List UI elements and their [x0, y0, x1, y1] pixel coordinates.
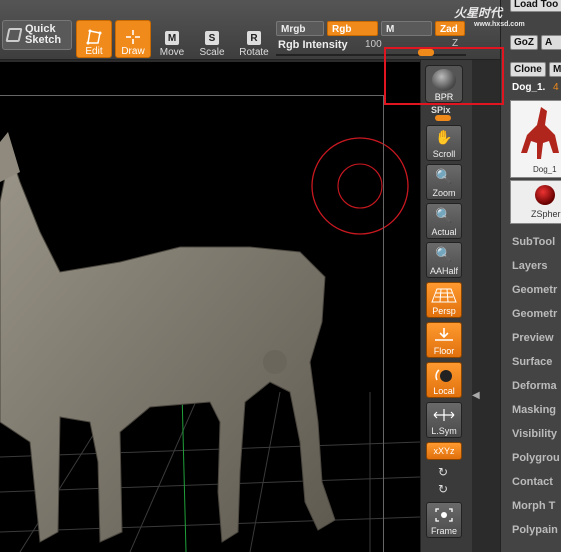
zsphere-label: ZSpher — [531, 209, 561, 219]
current-tool-suffix: 4 — [553, 82, 559, 93]
menu-visibility[interactable]: Visibility — [512, 428, 557, 440]
watermark-url: www.hxsd.com — [474, 21, 525, 28]
actual-size-icon: 🔍 — [435, 207, 453, 223]
xyz-button[interactable]: xXYz — [426, 442, 462, 460]
move-icon: M — [165, 31, 179, 45]
menu-morph-target[interactable]: Morph T — [512, 500, 555, 512]
menu-preview[interactable]: Preview — [512, 332, 554, 344]
draw-label: Draw — [121, 46, 145, 57]
quick-sketch-icon — [5, 28, 23, 42]
watermark-logo: 火星时代 www.hxsd.com — [454, 4, 525, 28]
lsym-button[interactable]: L.Sym — [426, 402, 462, 438]
rgb-intensity-value: 100 — [365, 39, 382, 50]
scroll-label: Scroll — [432, 149, 456, 159]
scale-icon: S — [205, 31, 219, 45]
menu-deformation[interactable]: Deforma — [512, 380, 557, 392]
viewport-frame — [0, 95, 384, 552]
dog-thumbnail-icon — [521, 107, 559, 159]
edit-icon — [84, 28, 104, 46]
menu-polygroups[interactable]: Polygrou — [512, 452, 560, 464]
floor-button[interactable]: Floor — [426, 322, 462, 358]
floor-icon — [427, 323, 461, 346]
aahalf-icon: 🔍 — [435, 246, 453, 262]
current-tool-name: Dog_1. — [512, 82, 546, 93]
scroll-button[interactable]: ✋ Scroll — [426, 125, 462, 161]
frame-icon — [427, 503, 461, 526]
floor-label: Floor — [433, 346, 455, 356]
scale-label: Scale — [199, 47, 225, 58]
actual-button[interactable]: 🔍 Actual — [426, 203, 462, 239]
clone-button[interactable]: Clone — [510, 62, 546, 77]
all-button[interactable]: A — [541, 35, 561, 50]
thumb-label: Dog_1 — [533, 165, 557, 174]
frame-label: Frame — [430, 526, 457, 536]
quick-sketch-label: Quick Sketch — [25, 23, 62, 46]
local-label: Local — [433, 386, 455, 396]
xyz-label: xXYz — [433, 445, 455, 456]
zoom-label: Zoom — [432, 188, 456, 198]
menu-geometry[interactable]: Geometr — [512, 284, 557, 296]
right-shelf: BPR SPix ✋ Scroll 🔍 Zoom 🔍 Actual 🔍 AAHa… — [420, 60, 472, 552]
spix-label: SPix — [431, 105, 451, 115]
draw-button[interactable]: Draw — [115, 20, 151, 58]
edit-button[interactable]: Edit — [76, 20, 112, 58]
move-button[interactable]: M Move — [156, 20, 188, 58]
menu-polypaint[interactable]: Polypain — [512, 524, 558, 536]
menu-surface[interactable]: Surface — [512, 356, 552, 368]
frame-button[interactable]: Frame — [426, 502, 462, 538]
rotate-icon: R — [247, 31, 261, 45]
menu-layers[interactable]: Layers — [512, 260, 547, 272]
lsym-label: L.Sym — [431, 426, 457, 436]
menu-contact[interactable]: Contact — [512, 476, 553, 488]
draw-icon — [123, 28, 143, 46]
quick-sketch-button[interactable]: Quick Sketch — [2, 20, 72, 50]
local-button[interactable]: Local — [426, 362, 462, 398]
move-label: Move — [159, 47, 185, 58]
m-button[interactable]: M — [381, 21, 432, 36]
menu-masking[interactable]: Masking — [512, 404, 556, 416]
collapse-arrow-icon[interactable]: ◀ — [472, 390, 482, 410]
symmetry-icon — [427, 403, 461, 426]
rotate-y-icon[interactable]: ↻ — [438, 465, 448, 479]
goz-button[interactable]: GoZ — [510, 35, 538, 50]
canvas-viewport[interactable] — [0, 62, 420, 552]
tool-thumbnail-zsphere[interactable]: ZSpher — [510, 180, 561, 224]
perspective-grid-icon — [427, 283, 461, 306]
persp-button[interactable]: Persp — [426, 282, 462, 318]
aahalf-button[interactable]: 🔍 AAHalf — [426, 242, 462, 278]
hand-icon: ✋ — [435, 129, 453, 145]
highlight-annotation-box — [384, 47, 504, 105]
tool-palette: Load Too GoZ A Clone M Dog_1. 4 Dog_1 ZS… — [500, 0, 561, 552]
rotate-label: Rotate — [239, 47, 269, 58]
persp-label: Persp — [432, 306, 456, 316]
zsphere-icon — [535, 185, 555, 205]
spix-slider[interactable] — [435, 115, 451, 121]
local-rotate-icon — [427, 363, 461, 386]
zoom-button[interactable]: 🔍 Zoom — [426, 164, 462, 200]
rotate-button[interactable]: R Rotate — [236, 20, 272, 58]
menu-subtool[interactable]: SubTool — [512, 236, 555, 248]
rgb-button[interactable]: Rgb — [327, 21, 378, 36]
magnifier-icon: 🔍 — [435, 168, 453, 184]
aahalf-label: AAHalf — [429, 266, 458, 276]
edit-label: Edit — [85, 46, 103, 57]
menu-geometry-hd[interactable]: Geometr — [512, 308, 557, 320]
rotate-z-icon[interactable]: ↻ — [438, 482, 448, 496]
tool-thumbnail-dog[interactable]: Dog_1 — [510, 100, 561, 178]
watermark-text: 火星时代 — [454, 6, 503, 20]
make-polymesh-button[interactable]: M — [549, 62, 561, 77]
mrgb-button[interactable]: Mrgb — [276, 21, 324, 36]
scale-button[interactable]: S Scale — [196, 20, 228, 58]
rgb-intensity-label: Rgb Intensity — [278, 39, 348, 51]
actual-label: Actual — [431, 227, 457, 237]
